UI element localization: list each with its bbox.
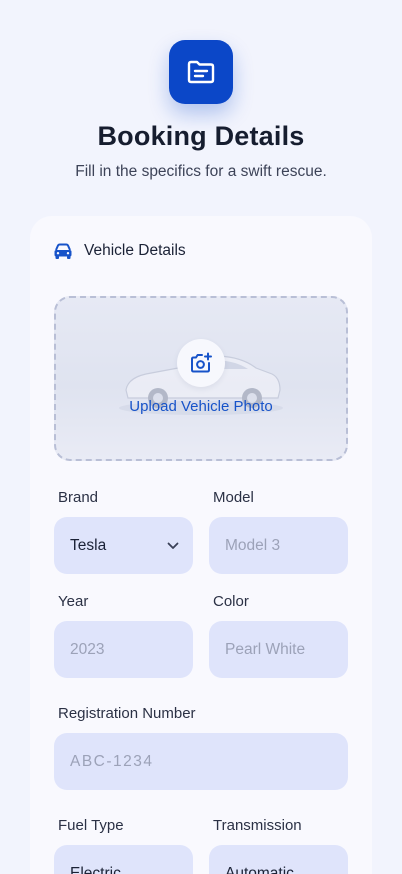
model-label: Model xyxy=(213,489,254,506)
color-input[interactable]: Pearl White xyxy=(209,621,348,678)
page-subtitle: Fill in the specifics for a swift rescue… xyxy=(75,163,327,180)
car-icon xyxy=(53,243,73,260)
document-icon xyxy=(169,40,233,104)
registration-input[interactable]: ABC-1234 xyxy=(54,733,348,790)
model-placeholder: Model 3 xyxy=(225,536,281,554)
upload-vehicle-photo-area[interactable]: Upload Vehicle Photo xyxy=(54,296,348,461)
transmission-label: Transmission xyxy=(213,817,302,834)
year-input[interactable]: 2023 xyxy=(54,621,193,678)
color-placeholder: Pearl White xyxy=(225,640,306,658)
transmission-select[interactable]: Automatic xyxy=(209,845,348,874)
color-label: Color xyxy=(213,593,249,610)
model-input[interactable]: Model 3 xyxy=(209,517,348,574)
fuel-type-value: Electric xyxy=(70,864,121,874)
chevron-down-icon xyxy=(167,537,179,555)
vehicle-details-card: Vehicle Details Upload Vehicle Photo Bra… xyxy=(30,216,372,874)
brand-select[interactable]: Tesla xyxy=(54,517,193,574)
add-photo-icon[interactable] xyxy=(177,339,225,387)
brand-value: Tesla xyxy=(70,536,107,554)
section-header: Vehicle Details xyxy=(53,242,186,260)
registration-label: Registration Number xyxy=(58,705,196,722)
year-placeholder: 2023 xyxy=(70,640,105,658)
section-label: Vehicle Details xyxy=(84,242,186,259)
transmission-value: Automatic xyxy=(225,864,294,874)
fuel-type-select[interactable]: Electric xyxy=(54,845,193,874)
registration-placeholder: ABC-1234 xyxy=(70,752,154,770)
year-label: Year xyxy=(58,593,89,610)
page-title: Booking Details xyxy=(97,121,305,151)
brand-label: Brand xyxy=(58,489,99,506)
upload-vehicle-photo-label: Upload Vehicle Photo xyxy=(129,398,273,415)
booking-details-screen: Booking Details Fill in the specifics fo… xyxy=(0,0,402,874)
fuel-type-label: Fuel Type xyxy=(58,817,124,834)
